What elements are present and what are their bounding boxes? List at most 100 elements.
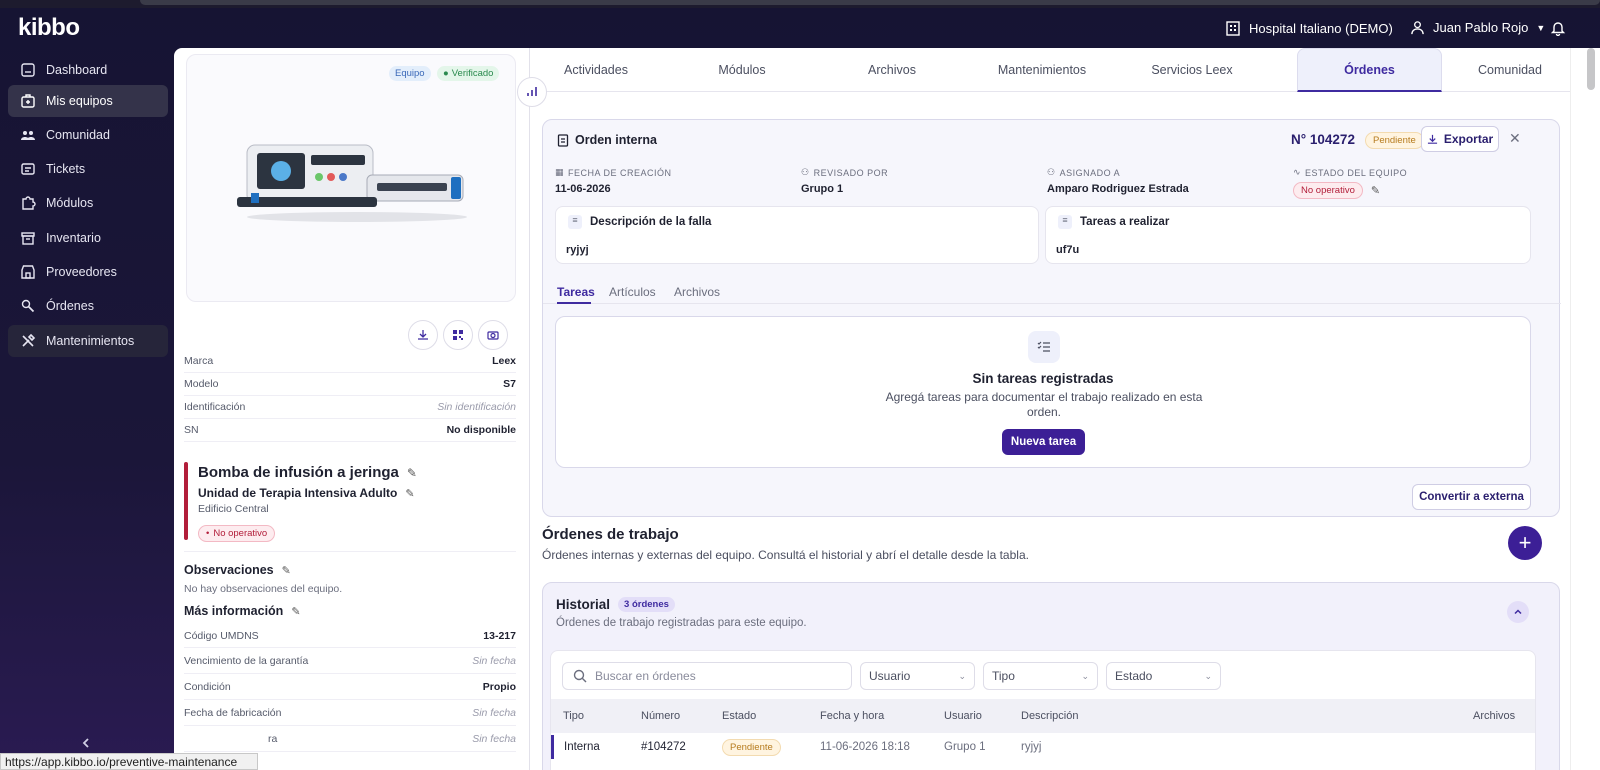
tab-servicios-leex[interactable]: Servicios Leex <box>1120 48 1264 92</box>
check-circle-icon: ● <box>443 68 449 79</box>
export-button[interactable]: Exportar <box>1421 126 1499 152</box>
add-order-button[interactable]: + <box>1508 526 1542 560</box>
community-icon <box>21 131 35 140</box>
qr-code-button[interactable] <box>443 320 473 350</box>
order-title: Orden interna <box>557 133 657 147</box>
sidebar-item-label: Módulos <box>46 196 94 210</box>
download-icon <box>418 330 428 340</box>
convert-to-external-button[interactable]: Convertir a externa <box>1412 484 1531 510</box>
orders-table: Buscar en órdenes Usuario ⌄ Tipo ⌄ Estado ⌄… <box>550 650 1536 770</box>
empty-tasks-panel: Sin tareas registradas Agregá tareas par… <box>555 316 1531 468</box>
tab-archivos[interactable]: Archivos <box>820 48 964 92</box>
collapse-sidebar-chevron-icon[interactable] <box>80 736 92 754</box>
sidebar-item-dashboard[interactable]: Dashboard <box>8 54 168 86</box>
tasks-title: ≡ Tareas a realizar <box>1058 215 1169 229</box>
filter-estado-select[interactable]: Estado ⌄ <box>1106 662 1221 690</box>
column-header[interactable]: Fecha y hora <box>820 710 884 722</box>
edit-icon[interactable]: ✎ <box>291 605 300 618</box>
tab-mantenimientos[interactable]: Mantenimientos <box>970 48 1114 92</box>
spec-value: S7 <box>503 378 516 390</box>
app-window: kibbo Hospital Italiano (DEMO) Juan Pabl… <box>0 0 1600 770</box>
brand-logo[interactable]: kibbo <box>18 14 80 42</box>
edit-icon[interactable]: ✎ <box>407 466 417 480</box>
scrollbar-thumb[interactable] <box>1587 48 1595 90</box>
pulse-icon: ∿ <box>1293 167 1302 177</box>
tab-tareas[interactable]: Tareas <box>557 285 595 299</box>
failure-description-box: ≡ Descripción de la falla ryjyj <box>555 206 1039 264</box>
failure-title-text: Descripción de la falla <box>590 216 712 228</box>
equipment-image-card: Equipo ● Verificado <box>186 54 516 302</box>
download-icon <box>1427 134 1437 144</box>
work-orders-title: Órdenes de trabajo <box>542 526 679 543</box>
tab-ordenes[interactable]: Órdenes <box>1297 48 1442 92</box>
sidebar-item-mantenimientos[interactable]: Mantenimientos <box>8 325 168 357</box>
collapse-chevron-up-icon[interactable] <box>1507 601 1529 623</box>
status-text: No operativo <box>213 528 268 539</box>
verified-badge: ● Verificado <box>437 66 500 81</box>
meta-creation-date: ▦ FECHA DE CREACIÓN 11-06-2026 <box>555 167 672 195</box>
edit-icon[interactable]: ✎ <box>1371 184 1380 197</box>
column-header[interactable]: Descripción <box>1021 710 1078 722</box>
tab-modulos[interactable]: Módulos <box>670 48 814 92</box>
meta-label: ▦ FECHA DE CREACIÓN <box>555 167 672 178</box>
sidebar-item-modulos[interactable]: Módulos <box>8 187 168 219</box>
browser-strip <box>0 0 1600 8</box>
search-placeholder: Buscar en órdenes <box>595 669 696 683</box>
camera-button[interactable] <box>478 320 508 350</box>
new-task-button[interactable]: Nueva tarea <box>1002 429 1085 455</box>
status-badge: • No operativo <box>198 525 276 542</box>
table-row[interactable]: Interna #104272 Pendiente 11-06-2026 18:… <box>551 735 1535 759</box>
tab-comunidad[interactable]: Comunidad <box>1450 48 1570 92</box>
sidebar-item-label: Mis equipos <box>46 94 113 108</box>
tab-bar: Actividades Módulos Archivos Mantenimien… <box>530 48 1570 92</box>
sidebar-item-comunidad[interactable]: Comunidad <box>8 119 168 151</box>
hospital-name: Hospital Italiano (DEMO) <box>1249 20 1393 36</box>
tab-articulos[interactable]: Artículos <box>609 285 656 299</box>
edit-icon[interactable]: ✎ <box>405 487 414 500</box>
notifications-bell-icon[interactable] <box>1550 20 1566 41</box>
chart-icon <box>527 87 537 96</box>
column-header[interactable]: Archivos <box>1473 710 1515 722</box>
meta-assigned-to: ⚇ ASIGNADO A Amparo Rodriguez Estrada <box>1047 167 1189 195</box>
edit-icon[interactable]: ✎ <box>282 564 291 577</box>
sidebar-item-tickets[interactable]: Tickets <box>8 153 168 185</box>
chevron-down-icon: ⌄ <box>1081 670 1089 681</box>
meta-label-text: ASIGNADO A <box>1059 167 1121 178</box>
column-header[interactable]: Estado <box>722 710 756 722</box>
equipment-icon <box>21 94 35 108</box>
cell-usuario: Grupo 1 <box>944 741 986 753</box>
sidebar-item-label: Comunidad <box>46 128 110 142</box>
column-header[interactable]: Tipo <box>563 710 584 722</box>
tab-actividades[interactable]: Actividades <box>530 48 662 92</box>
column-header[interactable]: Número <box>641 710 680 722</box>
divider <box>184 551 516 552</box>
cell-tipo: Interna <box>564 741 600 753</box>
more-row: ra Sin fecha <box>184 726 516 752</box>
sidebar-item-mis-equipos[interactable]: Mis equipos <box>8 85 168 117</box>
tab-archivos-orden[interactable]: Archivos <box>674 285 720 299</box>
spec-key: Marca <box>184 355 214 367</box>
sidebar-item-ordenes[interactable]: Órdenes <box>8 290 168 322</box>
close-icon[interactable]: ✕ <box>1509 130 1521 147</box>
cell-fecha: 11-06-2026 18:18 <box>820 741 910 753</box>
filter-tipo-select[interactable]: Tipo ⌄ <box>983 662 1098 690</box>
spec-row-identificacion: Identificación Sin identificación <box>184 396 516 419</box>
column-header[interactable]: Usuario <box>944 710 982 722</box>
failure-title: ≡ Descripción de la falla <box>568 215 711 229</box>
tab-divider <box>543 303 1561 304</box>
filter-usuario-select[interactable]: Usuario ⌄ <box>860 662 975 690</box>
sidebar-item-label: Tickets <box>46 162 86 176</box>
store-icon <box>21 265 35 279</box>
scrollbar-track[interactable] <box>1570 48 1600 770</box>
user-menu[interactable]: Juan Pablo Rojo ▼ <box>1410 20 1545 35</box>
search-input[interactable]: Buscar en órdenes <box>562 662 852 690</box>
sidebar-item-label: Órdenes <box>46 299 94 313</box>
sidebar-item-proveedores[interactable]: Proveedores <box>8 256 168 288</box>
hospital-selector[interactable]: Hospital Italiano (DEMO) <box>1225 20 1393 36</box>
sidebar-item-inventario[interactable]: Inventario <box>8 222 168 254</box>
download-button[interactable] <box>408 320 438 350</box>
caret-down-icon: ▼ <box>1536 22 1546 33</box>
equipment-panel: Equipo ● Verificado Marca Leex Modelo S7 Id… <box>174 48 530 770</box>
qr-code-icon <box>453 330 463 340</box>
panel-toggle-button[interactable] <box>517 77 547 107</box>
